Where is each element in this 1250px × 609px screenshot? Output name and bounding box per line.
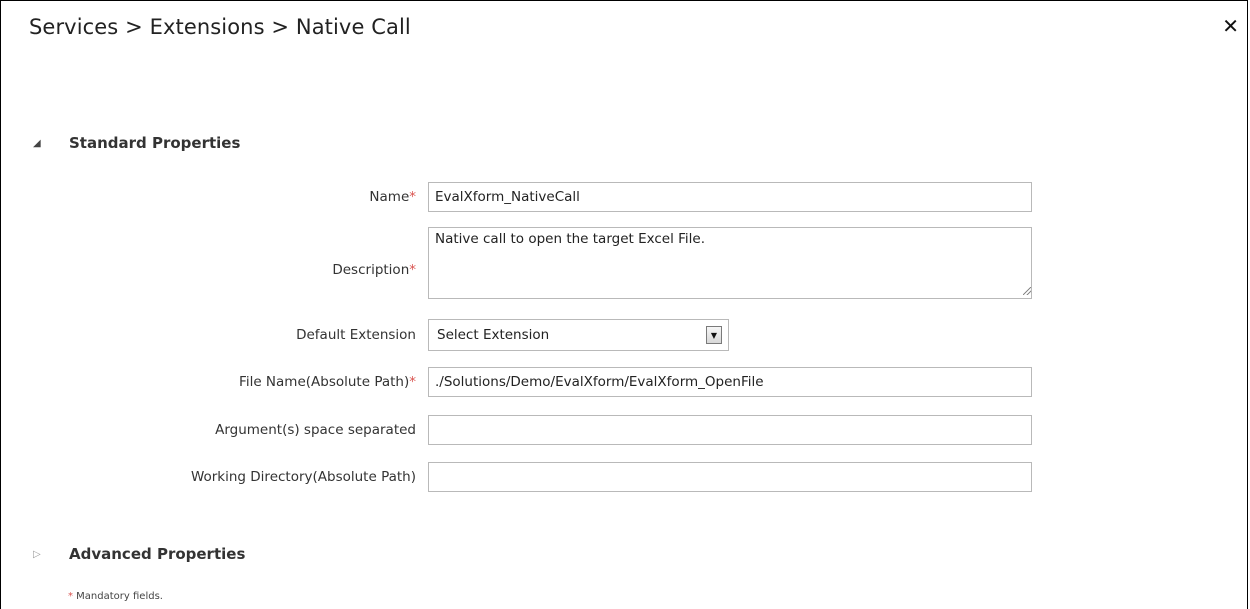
- description-textarea[interactable]: Native call to open the target Excel Fil…: [428, 227, 1032, 299]
- mandatory-note: * Mandatory fields.: [68, 591, 163, 602]
- arguments-input[interactable]: [428, 415, 1032, 445]
- arguments-label: Argument(s) space separated: [215, 422, 416, 438]
- working-directory-input[interactable]: [428, 462, 1032, 492]
- close-icon[interactable]: ✕: [1222, 14, 1239, 38]
- name-label: Name*: [369, 189, 416, 205]
- dialog-frame: [0, 0, 1248, 609]
- required-mark: *: [409, 374, 416, 390]
- default-extension-select[interactable]: Select Extension ▼: [428, 319, 729, 351]
- mandatory-note-text: Mandatory fields.: [73, 591, 163, 602]
- expand-triangle-icon: ▷: [33, 548, 41, 560]
- required-mark: *: [409, 262, 416, 278]
- section-standard-properties[interactable]: ◢ Standard Properties: [33, 134, 240, 152]
- name-label-text: Name: [369, 189, 410, 205]
- working-directory-label: Working Directory(Absolute Path): [190, 469, 416, 485]
- description-label-text: Description: [332, 262, 410, 278]
- required-mark: *: [409, 189, 416, 205]
- select-value: Select Extension: [437, 327, 550, 343]
- file-name-input[interactable]: [428, 367, 1032, 397]
- chevron-down-icon[interactable]: ▼: [706, 326, 722, 344]
- section-advanced-properties[interactable]: ▷ Advanced Properties: [33, 545, 245, 563]
- description-label: Description*: [332, 262, 416, 278]
- name-input[interactable]: [428, 182, 1032, 212]
- resize-grip-icon[interactable]: [1023, 287, 1031, 295]
- collapse-triangle-icon: ◢: [33, 137, 41, 149]
- file-name-label-text: File Name(Absolute Path): [239, 374, 410, 390]
- default-extension-label: Default Extension: [296, 327, 416, 343]
- page-title: Services > Extensions > Native Call: [29, 15, 411, 39]
- section-title: Advanced Properties: [69, 545, 246, 563]
- file-name-label: File Name(Absolute Path)*: [239, 374, 416, 390]
- section-title: Standard Properties: [69, 134, 241, 152]
